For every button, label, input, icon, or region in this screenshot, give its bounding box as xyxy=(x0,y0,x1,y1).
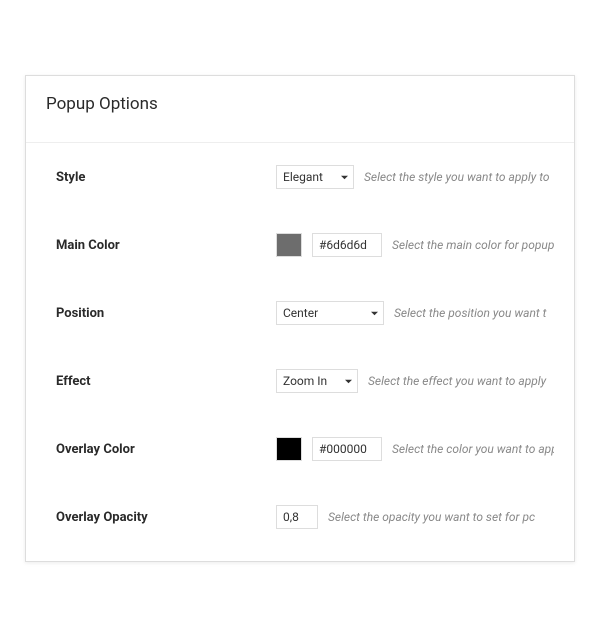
overlay-color-label: Overlay Color xyxy=(46,442,266,457)
main-color-label: Main Color xyxy=(46,238,266,253)
position-select[interactable]: Center xyxy=(276,301,384,325)
popup-options-panel: Popup Options Style Elegant Select the s… xyxy=(25,75,575,562)
row-effect: Effect Zoom In Select the effect you wan… xyxy=(26,347,574,415)
main-color-swatch[interactable] xyxy=(276,233,302,257)
overlay-color-desc: Select the color you want to app xyxy=(392,442,554,456)
position-desc: Select the position you want t xyxy=(394,306,554,320)
panel-title: Popup Options xyxy=(26,76,574,143)
row-position: Position Center Select the position you … xyxy=(26,279,574,347)
overlay-opacity-input[interactable] xyxy=(276,505,318,529)
row-style: Style Elegant Select the style you want … xyxy=(26,143,574,211)
row-overlay-color: Overlay Color Select the color you want … xyxy=(26,415,574,483)
effect-select[interactable]: Zoom In xyxy=(276,369,358,393)
style-control: Elegant xyxy=(276,165,354,189)
main-color-control xyxy=(276,233,382,257)
main-color-input[interactable] xyxy=(312,233,382,257)
effect-control: Zoom In xyxy=(276,369,358,393)
overlay-color-control xyxy=(276,437,382,461)
row-overlay-opacity: Overlay Opacity Select the opacity you w… xyxy=(26,483,574,551)
overlay-color-swatch[interactable] xyxy=(276,437,302,461)
position-label: Position xyxy=(46,306,266,321)
panel-body: Style Elegant Select the style you want … xyxy=(26,143,574,561)
style-select[interactable]: Elegant xyxy=(276,165,354,189)
effect-desc: Select the effect you want to apply xyxy=(368,374,554,388)
overlay-opacity-control xyxy=(276,505,318,529)
overlay-opacity-label: Overlay Opacity xyxy=(46,510,266,525)
row-main-color: Main Color Select the main color for pop… xyxy=(26,211,574,279)
style-label: Style xyxy=(46,170,266,185)
main-color-desc: Select the main color for popup xyxy=(392,238,554,252)
effect-label: Effect xyxy=(46,374,266,389)
position-control: Center xyxy=(276,301,384,325)
overlay-opacity-desc: Select the opacity you want to set for p… xyxy=(328,510,554,524)
overlay-color-input[interactable] xyxy=(312,437,382,461)
style-desc: Select the style you want to apply to xyxy=(364,170,554,184)
